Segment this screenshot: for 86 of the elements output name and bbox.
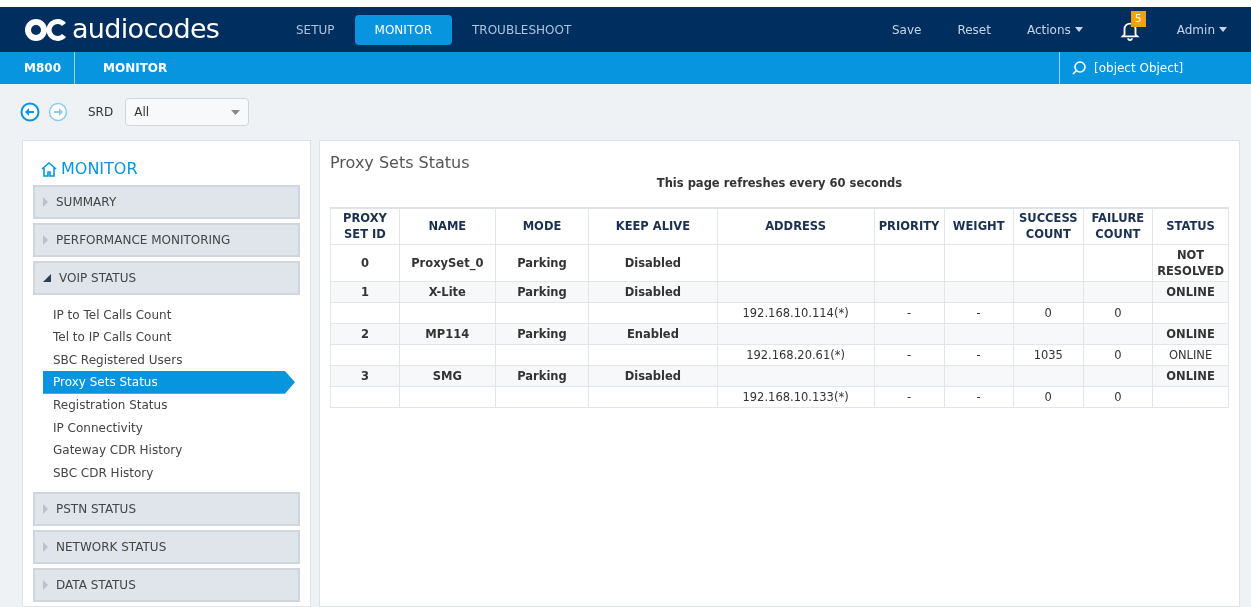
table-cell: - <box>874 386 944 408</box>
collapsed-triangle-icon <box>43 504 48 514</box>
column-header: PRIORITY <box>874 207 944 245</box>
sidebar-title: MONITOR <box>61 158 138 181</box>
column-header: KEEP ALIVE <box>588 207 718 245</box>
column-header: MODE <box>495 207 589 245</box>
sidebar-section[interactable]: PSTN STATUS <box>33 492 300 526</box>
sidebar-section[interactable]: NETWORK STATUS <box>33 530 300 564</box>
sidebar-item[interactable]: IP Connectivity <box>43 416 295 439</box>
table-cell: 0 <box>330 244 400 282</box>
srd-dropdown[interactable]: All <box>125 98 250 127</box>
collapsed-triangle-icon <box>43 235 48 246</box>
sidebar-item[interactable]: Registration Status <box>43 393 295 417</box>
sidebar-item[interactable]: Gateway CDR History <box>43 438 295 462</box>
column-header: ADDRESS <box>717 207 875 245</box>
table-cell: 0 <box>1083 344 1153 366</box>
sidebar-item[interactable]: IP to Tel Calls Count <box>43 303 295 326</box>
table-cell: 0 <box>1083 386 1153 408</box>
table-cell: Parking <box>495 281 589 303</box>
table-cell: Parking <box>495 323 589 345</box>
column-header: SUCCESS COUNT <box>1013 207 1084 245</box>
sidebar-section[interactable]: VOIP STATUS <box>33 261 300 296</box>
back-icon[interactable] <box>20 102 40 123</box>
table-cell: 0 <box>1013 386 1084 408</box>
sidebar-item[interactable]: Tel to IP Calls Count <box>43 325 295 349</box>
column-header: NAME <box>399 207 496 245</box>
collapsed-triangle-icon <box>43 542 48 552</box>
table-cell: Disabled <box>588 365 718 387</box>
table-cell: 0 <box>1013 302 1084 324</box>
table-cell: ONLINE <box>1152 344 1229 366</box>
table-cell: 192.168.10.133(*) <box>717 386 875 408</box>
sidebar-item[interactable]: SBC Registered Users <box>43 348 295 372</box>
column-header: FAILURE COUNT <box>1083 207 1153 245</box>
column-header: STATUS <box>1152 207 1229 245</box>
column-header: PROXY SET ID <box>330 207 400 245</box>
table-cell: Parking <box>495 365 589 387</box>
caret-icon <box>1219 27 1227 32</box>
notification-count: 5 <box>1130 10 1146 27</box>
table-cell: - <box>944 302 1014 324</box>
search-icon <box>1072 61 1086 75</box>
table-cell: 2 <box>330 323 400 345</box>
sidebar-section[interactable]: PERFORMANCE MONITORING <box>33 223 300 258</box>
table-cell: 1 <box>330 281 400 303</box>
srd-label: SRD <box>88 104 114 122</box>
table-cell: ONLINE <box>1152 281 1229 303</box>
table-cell: MP114 <box>399 323 496 345</box>
section-title: MONITOR <box>102 60 168 77</box>
table-cell: 1035 <box>1013 344 1084 366</box>
collapsed-triangle-icon <box>43 580 48 590</box>
header-button[interactable]: Reset <box>957 20 991 39</box>
actions-menu[interactable]: Actions <box>1026 20 1083 39</box>
sidebar-section[interactable]: DATA STATUS <box>33 568 300 602</box>
table-cell: X-Lite <box>399 281 496 303</box>
home-icon <box>41 161 57 178</box>
table-cell: - <box>874 302 944 324</box>
table-cell: - <box>874 344 944 366</box>
table-cell: ONLINE <box>1152 323 1229 345</box>
table-cell: Parking <box>495 244 589 282</box>
column-header: WEIGHT <box>944 207 1014 245</box>
user-menu[interactable]: Admin <box>1176 20 1227 39</box>
nav-tab[interactable]: TROUBLESHOOT <box>460 14 584 45</box>
sidebar-section[interactable]: SUMMARY <box>33 185 300 220</box>
table-cell: - <box>944 386 1014 408</box>
table-cell: NOT RESOLVED <box>1152 244 1229 282</box>
nav-tab[interactable]: SETUP <box>284 14 347 45</box>
table-cell: 192.168.10.114(*) <box>717 302 875 324</box>
table-cell: Enabled <box>588 323 718 345</box>
forward-icon[interactable] <box>48 102 68 123</box>
expanded-triangle-icon <box>43 274 51 283</box>
table-cell: 3 <box>330 365 400 387</box>
dropdown-arrow-icon <box>231 109 241 115</box>
page-title: Proxy Sets Status <box>330 152 471 175</box>
table-cell: Disabled <box>588 244 718 282</box>
audiocodes-logo: audiocodes <box>24 9 284 50</box>
sidebar-item[interactable]: SBC CDR History <box>43 461 295 484</box>
table-cell: 0 <box>1083 302 1153 324</box>
table-cell: ProxySet_0 <box>399 244 496 282</box>
table-cell: ONLINE <box>1152 365 1229 387</box>
header-button[interactable]: Save <box>891 20 922 39</box>
table-cell: - <box>944 344 1014 366</box>
table-cell: 192.168.20.61(*) <box>717 344 875 366</box>
table-cell: SMG <box>399 365 496 387</box>
collapsed-triangle-icon <box>43 197 48 208</box>
table-cell: Disabled <box>588 281 718 303</box>
caret-icon <box>1074 27 1083 32</box>
refresh-note: This page refreshes every 60 seconds <box>655 175 904 193</box>
